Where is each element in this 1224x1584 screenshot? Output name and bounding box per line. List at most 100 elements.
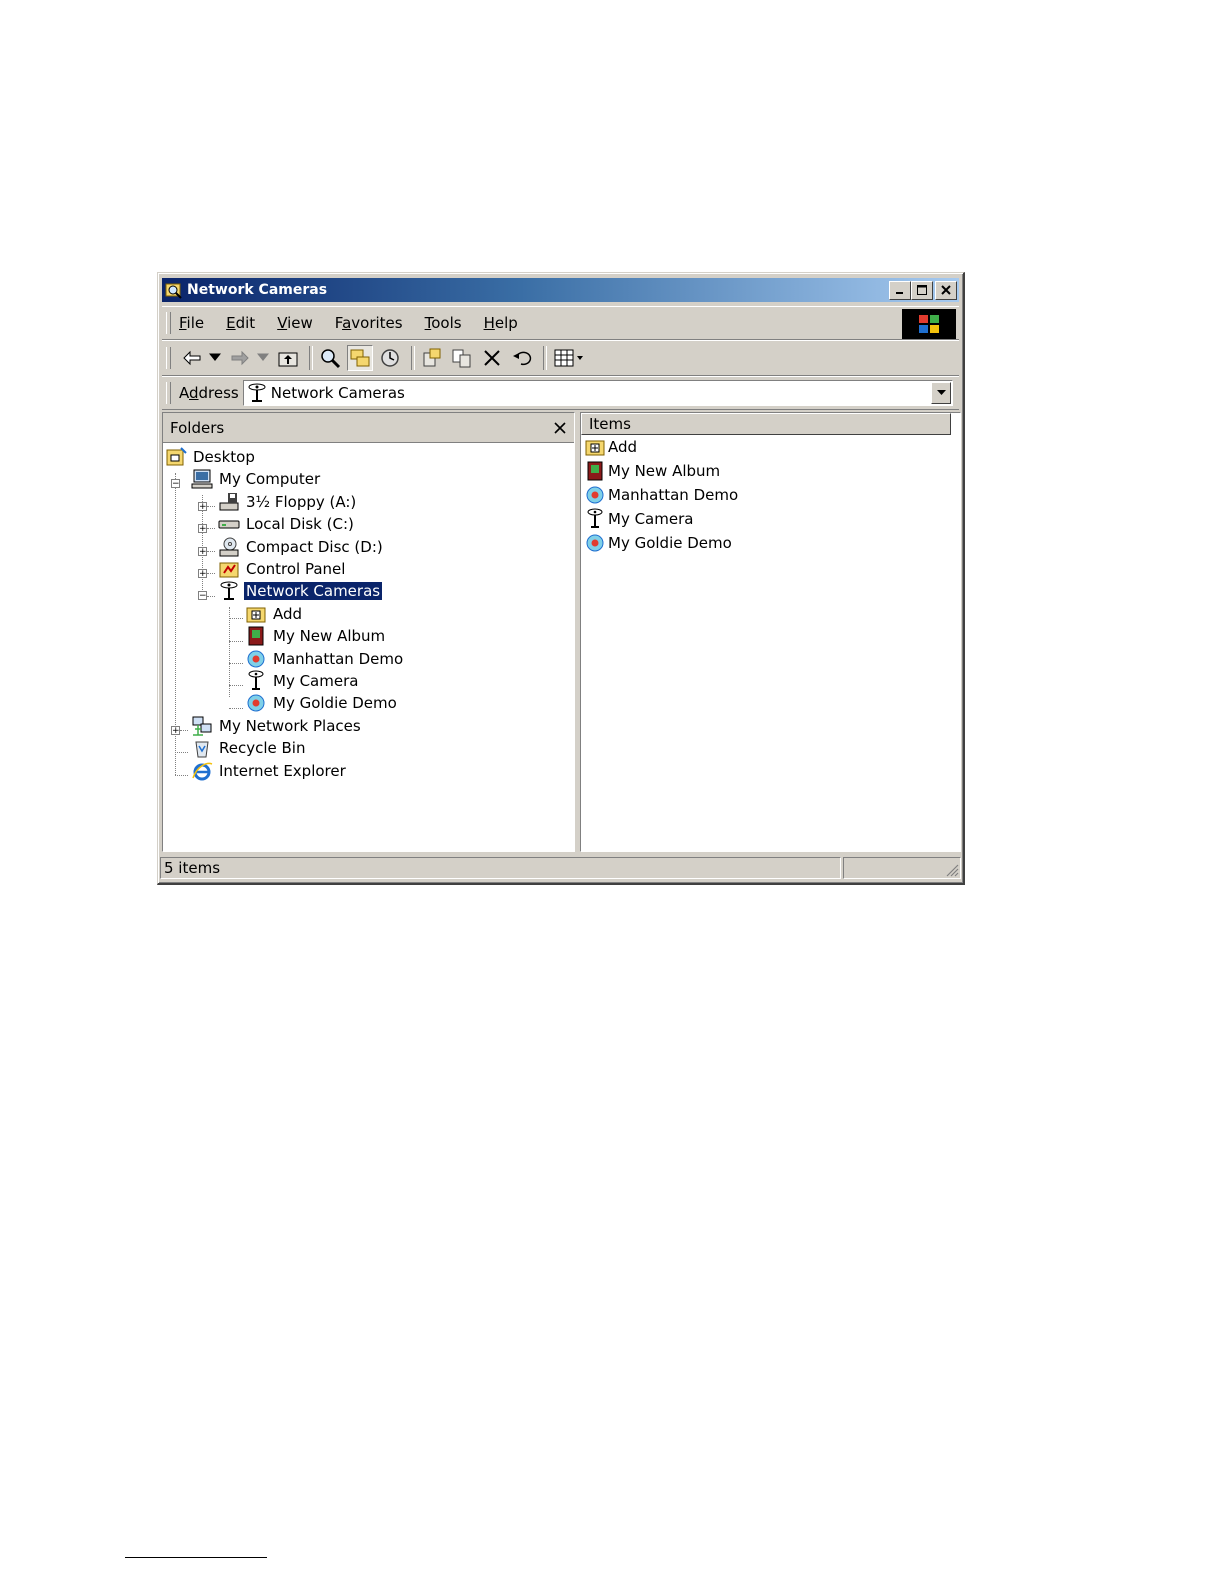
tree-line [207, 506, 215, 507]
delete-icon [484, 350, 500, 366]
network-camera-icon [220, 581, 238, 600]
folders-header: Folders [163, 413, 574, 443]
list-item-manhattan-demo[interactable]: Manhattan Demo [581, 483, 960, 507]
demo-camera-icon [247, 694, 265, 712]
menu-tools[interactable]: Tools [425, 314, 462, 332]
tree-item-my-goldie-demo[interactable]: My Goldie Demo [245, 692, 399, 714]
tree-item-recycle-bin[interactable]: Recycle Bin [191, 737, 307, 759]
forward-dropdown[interactable] [257, 345, 269, 371]
address-grip[interactable] [166, 382, 171, 404]
recycle-bin-icon [195, 741, 209, 758]
folders-title: Folders [170, 418, 225, 437]
tree-item-my-new-album[interactable]: My New Album [245, 625, 387, 647]
title-bar[interactable]: Network Cameras [162, 278, 959, 302]
items-pane[interactable]: Items Add My New Album Manhattan Demo My… [580, 412, 961, 852]
demo-camera-icon [586, 486, 604, 504]
tree-item-internet-explorer[interactable]: Internet Explorer [191, 760, 348, 782]
album-icon [248, 626, 264, 646]
floppy-drive-icon [219, 493, 239, 511]
tree-item-add[interactable]: Add [245, 603, 304, 625]
toolbar-grip[interactable] [166, 347, 171, 369]
tree-item-manhattan-demo[interactable]: Manhattan Demo [245, 648, 405, 670]
folders-pane[interactable]: Folders − + + + + − + Desktop My Compute… [162, 412, 575, 852]
tree-item-control-panel[interactable]: Control Panel [218, 558, 347, 580]
list-item-my-goldie-demo[interactable]: My Goldie Demo [581, 531, 960, 555]
tree-line [175, 775, 188, 776]
window-title: Network Cameras [187, 282, 328, 298]
dropdown-arrow-icon [257, 353, 269, 361]
list-item-my-camera[interactable]: My Camera [581, 507, 960, 531]
tree-item-compact-disc[interactable]: Compact Disc (D:) [218, 536, 385, 558]
tree-item-my-network-places[interactable]: My Network Places [191, 715, 363, 737]
close-button[interactable] [935, 280, 957, 300]
my-computer-icon [191, 469, 213, 489]
expand-local-disk[interactable]: + [198, 524, 207, 534]
tree-item-floppy[interactable]: 3½ Floppy (A:) [218, 491, 358, 513]
up-button[interactable] [275, 345, 301, 371]
album-icon [587, 461, 603, 481]
status-zone-panel [843, 857, 961, 879]
list-item-my-new-album[interactable]: My New Album [581, 459, 960, 483]
hard-disk-icon [218, 520, 240, 529]
expand-compact-disc[interactable]: + [198, 547, 207, 557]
menu-edit[interactable]: Edit [226, 314, 255, 332]
tree-line [229, 685, 243, 686]
network-camera-icon [248, 383, 266, 402]
collapse-network-cameras[interactable]: − [198, 591, 207, 601]
views-icon [554, 349, 583, 367]
views-button[interactable] [551, 345, 587, 371]
address-input[interactable]: Network Cameras [242, 380, 953, 406]
menu-grip[interactable] [166, 312, 171, 334]
address-dropdown-button[interactable] [931, 382, 951, 404]
dropdown-arrow-icon [209, 353, 221, 361]
history-button[interactable] [377, 345, 403, 371]
undo-button[interactable] [509, 345, 535, 371]
explorer-search-icon [165, 283, 182, 299]
minimize-icon [896, 292, 903, 294]
back-button[interactable] [179, 345, 205, 371]
demo-camera-icon [247, 650, 265, 668]
menu-favorites[interactable]: Favorites [335, 314, 403, 332]
tree-line [207, 551, 215, 552]
expand-control-panel[interactable]: + [198, 569, 207, 579]
tree-item-network-cameras[interactable]: Network Cameras [218, 580, 383, 602]
tree-item-my-computer[interactable]: My Computer [191, 468, 322, 490]
close-folders-button[interactable] [554, 416, 566, 438]
tree-item-my-camera[interactable]: My Camera [245, 670, 360, 692]
toolbar-separator [543, 346, 547, 370]
move-to-icon [423, 348, 441, 367]
tree-item-desktop[interactable]: Desktop [165, 446, 257, 468]
folders-icon [350, 349, 370, 367]
menu-help[interactable]: Help [484, 314, 518, 332]
collapse-my-computer[interactable]: − [171, 479, 180, 489]
undo-icon [513, 351, 532, 366]
menu-bar: File Edit View Favorites Tools Help [162, 306, 959, 340]
menu-file[interactable]: File [179, 314, 204, 332]
back-dropdown[interactable] [209, 345, 221, 371]
toolbar-separator [309, 346, 313, 370]
status-bar: 5 items [160, 855, 961, 881]
windows-flag-icon [919, 315, 939, 333]
expand-my-network-places[interactable]: + [171, 726, 180, 736]
tree-item-local-disk[interactable]: Local Disk (C:) [218, 513, 356, 535]
minimize-button[interactable] [889, 280, 911, 300]
demo-camera-icon [586, 534, 604, 552]
menu-view[interactable]: View [277, 314, 313, 332]
expand-floppy[interactable]: + [198, 502, 207, 512]
list-item-add[interactable]: Add [581, 435, 960, 459]
tree-line [229, 641, 243, 642]
toolbar-separator [411, 346, 415, 370]
move-to-button[interactable] [419, 345, 445, 371]
tree-line [207, 596, 215, 597]
copy-to-button[interactable] [449, 345, 475, 371]
items-column-header[interactable]: Items [581, 413, 951, 435]
forward-button[interactable] [227, 345, 253, 371]
folders-button[interactable] [347, 345, 373, 371]
search-button[interactable] [317, 345, 343, 371]
resize-grip-icon[interactable] [945, 863, 959, 877]
delete-button[interactable] [479, 345, 505, 371]
maximize-button[interactable] [911, 280, 933, 300]
explorer-window: Network Cameras File Edit View Favorites… [157, 272, 965, 885]
history-icon [381, 349, 399, 367]
tree-line [229, 607, 230, 697]
